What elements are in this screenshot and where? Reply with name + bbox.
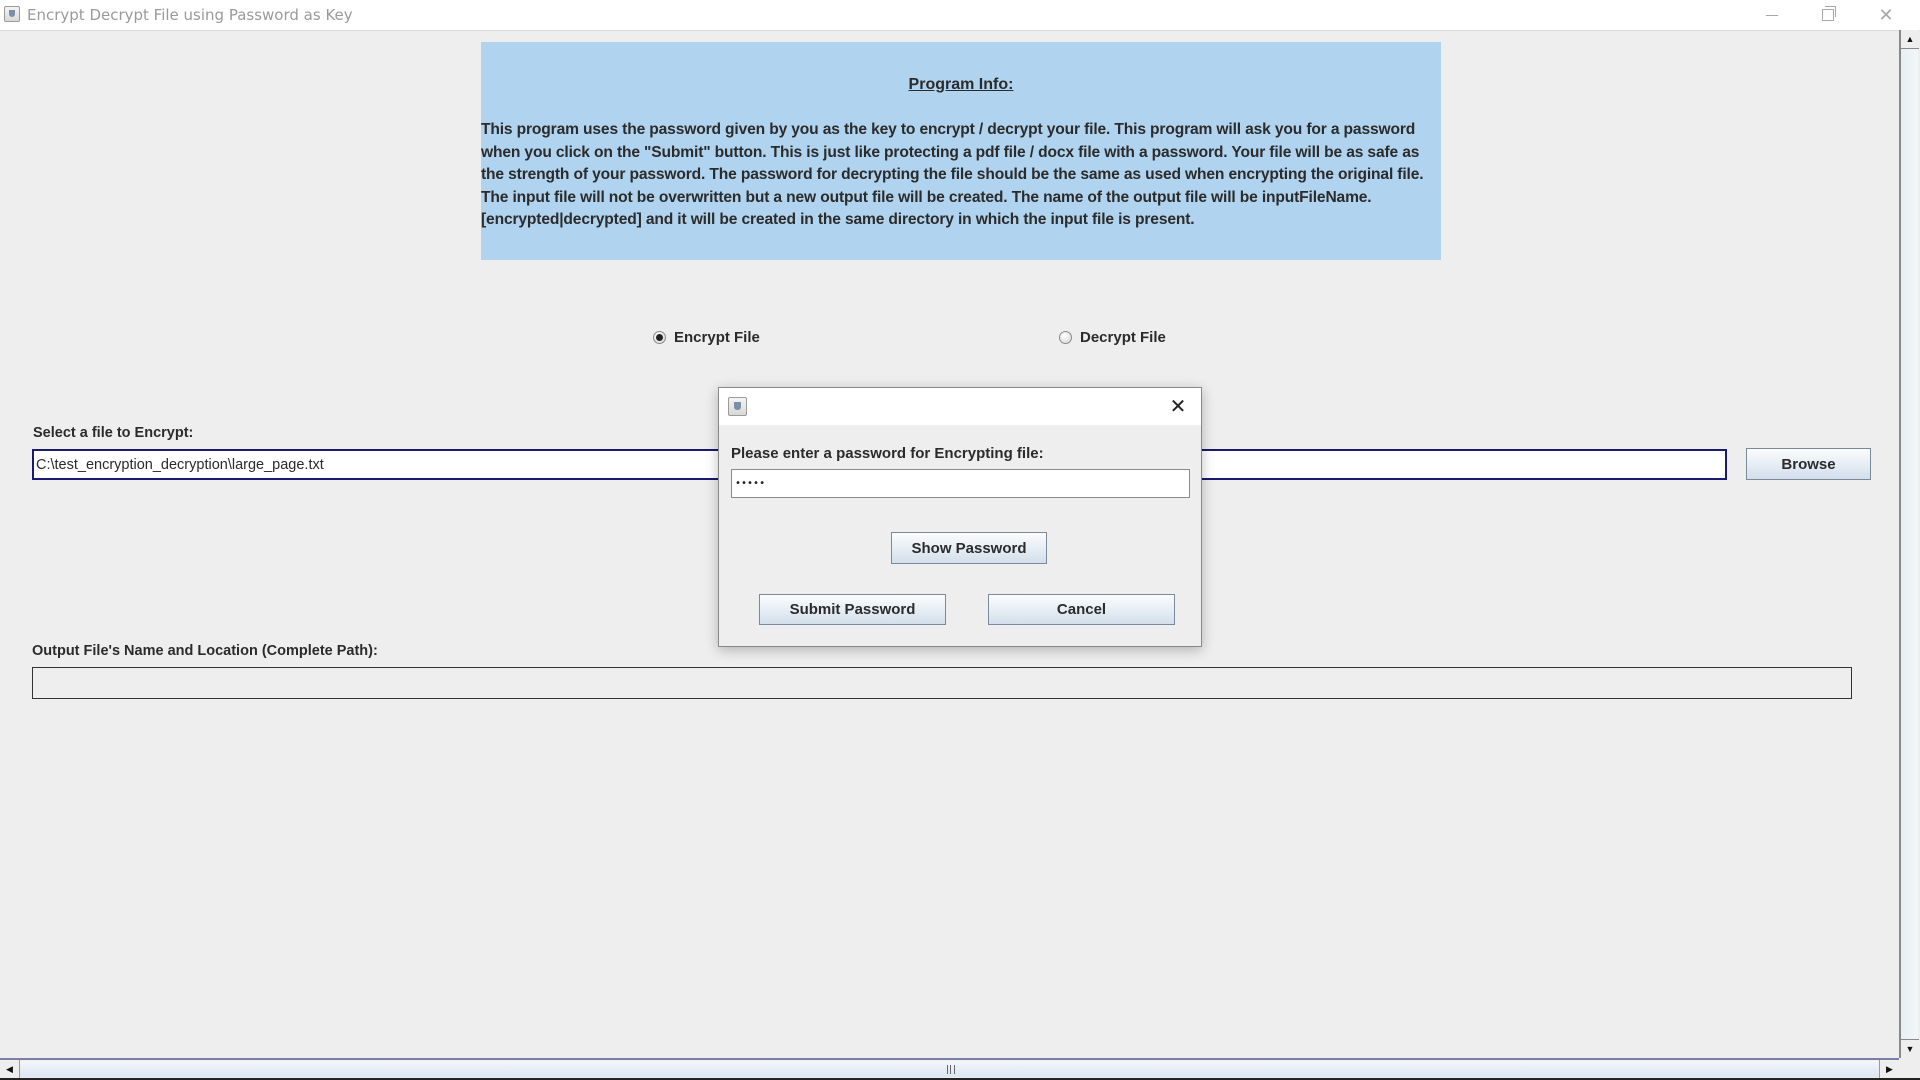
program-info-text: This program uses the password given by … [481, 121, 1424, 228]
arrow-down-icon: ▼ [1905, 1044, 1915, 1054]
radio-unchecked-icon [1059, 331, 1072, 344]
vertical-scrollbar[interactable]: ▲ ▼ [1899, 30, 1919, 1058]
submit-password-button[interactable]: Submit Password [759, 594, 946, 625]
close-icon: ✕ [1169, 394, 1187, 418]
close-icon: ✕ [1878, 4, 1894, 25]
radio-checked-icon [653, 331, 666, 344]
scroll-right-button[interactable]: ▶ [1879, 1060, 1899, 1078]
dialog-titlebar: ✕ [719, 388, 1201, 425]
password-field[interactable] [731, 469, 1190, 498]
restore-button[interactable] [1800, 0, 1856, 30]
scroll-up-button[interactable]: ▲ [1901, 30, 1919, 49]
program-info-panel: Program Info: This program uses the pass… [481, 42, 1441, 260]
browse-button[interactable]: Browse [1746, 448, 1871, 480]
minimize-icon [1766, 14, 1778, 16]
show-password-button[interactable]: Show Password [891, 532, 1047, 564]
scrollbar-corner [1899, 1058, 1920, 1078]
encrypt-file-radio[interactable]: Encrypt File [653, 329, 760, 346]
minimize-button[interactable] [1744, 0, 1800, 30]
password-prompt: Please enter a password for Encrypting f… [731, 445, 1044, 462]
select-file-label: Select a file to Encrypt: [33, 425, 194, 441]
arrow-left-icon: ◀ [6, 1063, 13, 1074]
vertical-scroll-thumb[interactable] [1902, 49, 1918, 1039]
horizontal-scroll-thumb[interactable] [20, 1061, 1879, 1077]
scroll-down-button[interactable]: ▼ [1901, 1039, 1919, 1058]
decrypt-file-label: Decrypt File [1080, 329, 1166, 346]
horizontal-scrollbar[interactable]: ◀ ▶ [0, 1058, 1899, 1078]
cancel-button[interactable]: Cancel [988, 594, 1175, 625]
restore-icon [1822, 6, 1836, 21]
window-title: Encrypt Decrypt File using Password as K… [27, 6, 353, 24]
java-app-icon [728, 397, 747, 416]
close-window-button[interactable]: ✕ [1858, 0, 1914, 30]
arrow-up-icon: ▲ [1905, 34, 1915, 44]
arrow-right-icon: ▶ [1886, 1063, 1893, 1074]
scroll-left-button[interactable]: ◀ [0, 1060, 20, 1078]
output-file-path-field[interactable] [32, 667, 1852, 699]
grip-icon [946, 1065, 955, 1074]
encrypt-file-label: Encrypt File [674, 329, 760, 346]
decrypt-file-radio[interactable]: Decrypt File [1059, 329, 1166, 346]
java-app-icon [4, 6, 20, 22]
program-info-title: Program Info: [908, 76, 1014, 93]
password-dialog: ✕ Please enter a password for Encrypting… [718, 387, 1202, 647]
output-file-label: Output File's Name and Location (Complet… [32, 643, 378, 659]
dialog-close-button[interactable]: ✕ [1163, 392, 1193, 420]
window-titlebar: Encrypt Decrypt File using Password as K… [0, 0, 1920, 31]
